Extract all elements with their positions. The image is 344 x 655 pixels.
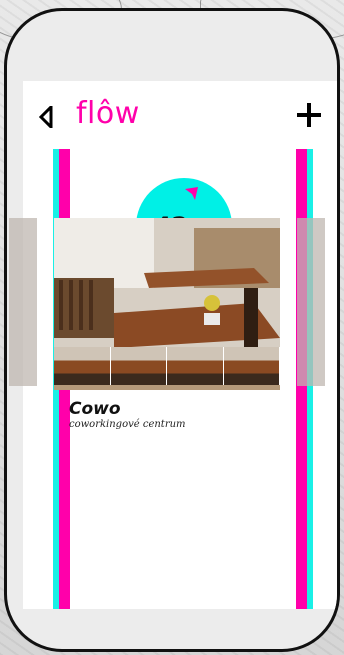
venue-subtitle: coworkingové centrum [69, 419, 186, 430]
thumbnail[interactable] [54, 347, 111, 385]
back-arrow-icon[interactable] [39, 106, 53, 128]
next-photo-peek[interactable] [297, 218, 325, 386]
thumbnail[interactable] [167, 347, 224, 385]
thumbnail[interactable] [223, 347, 280, 385]
previous-photo-peek[interactable] [9, 218, 37, 386]
photo-thumbnail-strip [54, 347, 280, 385]
thumbnail[interactable] [110, 347, 167, 385]
direction-arrow-icon [185, 187, 198, 200]
phone-frame: flôw 42m [4, 8, 340, 652]
venue-name[interactable]: Cowo [69, 399, 121, 419]
app-logo: flôw [76, 97, 140, 131]
plus-icon[interactable] [297, 103, 321, 127]
logo-text: flôw [76, 96, 140, 131]
